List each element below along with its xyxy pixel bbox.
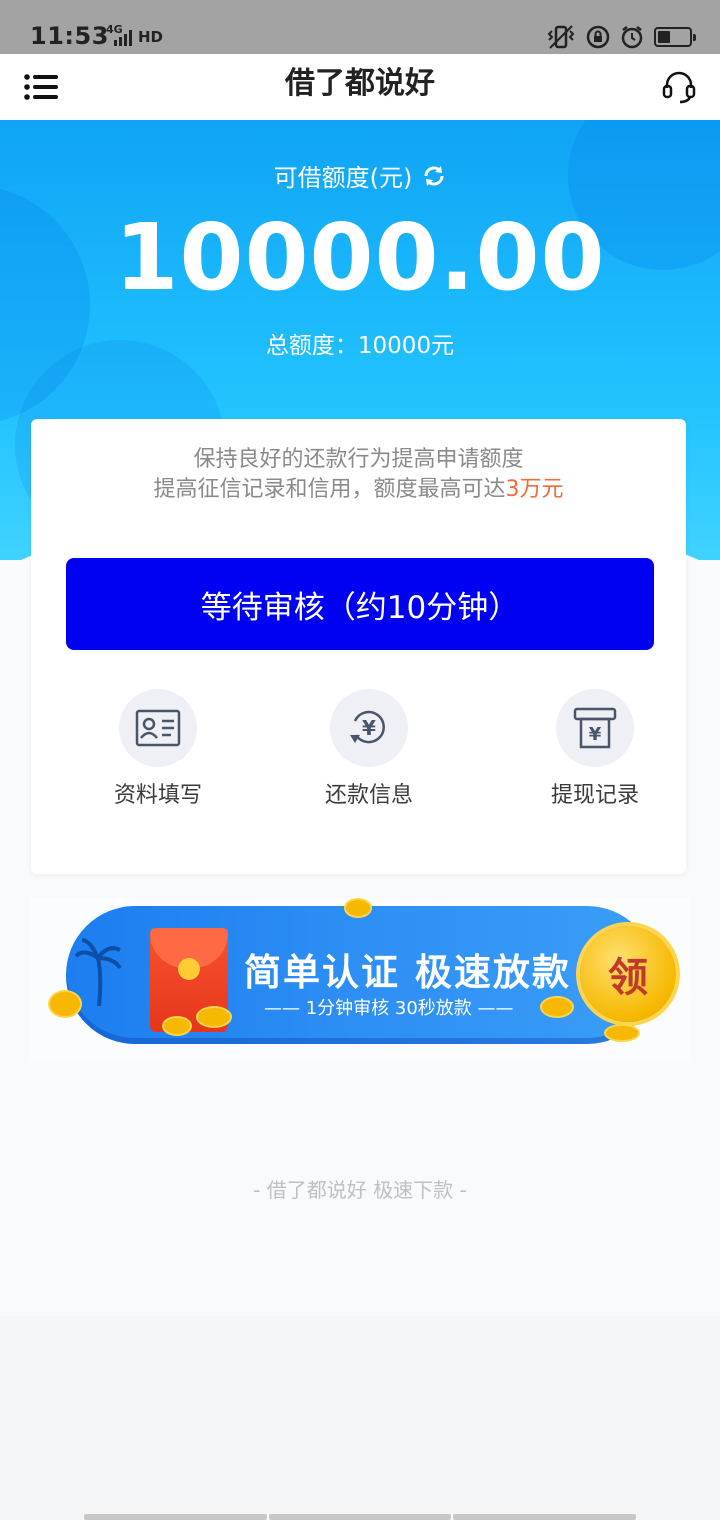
- claim-coin-icon: 领: [580, 926, 676, 1022]
- svg-text:¥: ¥: [362, 716, 376, 740]
- promo-banner-pill: 简单认证 极速放款 —— 1分钟审核 30秒放款 —— 领: [66, 906, 676, 1044]
- credit-tip-line2: 提高征信记录和信用，额度最高可达3万元: [31, 475, 686, 505]
- pending-review-button[interactable]: 等待审核（约10分钟）: [66, 558, 654, 650]
- hd-badge: HD: [138, 28, 164, 46]
- action-profile-info[interactable]: 资料填写: [83, 689, 233, 809]
- action-repayment-info-label: 还款信息: [324, 783, 413, 808]
- yuan-refresh-icon: ¥: [330, 689, 408, 767]
- available-amount: 10000.00: [114, 204, 606, 311]
- coin-icon: [542, 998, 572, 1016]
- vibrate-icon: [547, 25, 575, 49]
- promo-banner[interactable]: 简单认证 极速放款 —— 1分钟审核 30秒放款 —— 领: [30, 898, 690, 1060]
- atm-yuan-icon: ¥: [556, 689, 634, 767]
- footer-slogan: - 借了都说好 极速下款 -: [253, 1178, 467, 1202]
- gesture-segment: [453, 1514, 637, 1520]
- action-withdraw-records[interactable]: ¥ 提现记录: [520, 689, 670, 809]
- action-grid: 资料填写 ¥ 还款信息 ¥ 提现记录: [31, 689, 686, 809]
- action-profile-info-label: 资料填写: [113, 783, 202, 808]
- coin-icon: [50, 992, 80, 1016]
- top-navbar: 借了都说好: [0, 54, 720, 120]
- status-time: 11:53: [30, 22, 109, 50]
- svg-text:¥: ¥: [589, 724, 602, 745]
- coin-icon: [198, 1008, 230, 1026]
- gesture-segment: [268, 1514, 452, 1520]
- customer-service-icon[interactable]: [662, 70, 696, 104]
- refresh-icon[interactable]: [422, 164, 446, 188]
- loan-card: 保持良好的还款行为提高申请额度 提高征信记录和信用，额度最高可达3万元 等待审核…: [31, 419, 686, 874]
- gesture-segment: [84, 1514, 267, 1520]
- total-quota: 总额度：10000元: [265, 333, 455, 359]
- action-repayment-info[interactable]: ¥ 还款信息: [294, 689, 444, 809]
- gesture-bar[interactable]: [84, 1514, 637, 1520]
- available-quota-label: 可借额度(元): [0, 158, 720, 193]
- battery-level: [658, 31, 670, 43]
- id-card-icon: [119, 689, 197, 767]
- coin-icon: [606, 1026, 638, 1040]
- action-withdraw-records-label: 提现记录: [550, 783, 639, 808]
- page-title: 借了都说好: [285, 66, 435, 101]
- signal-icon: [114, 30, 132, 46]
- available-quota-text: 可借额度(元): [273, 164, 413, 192]
- credit-tip-line1: 保持良好的还款行为提高申请额度: [193, 447, 524, 472]
- lock-rotation-icon: [586, 25, 610, 49]
- promo-subtitle: —— 1分钟审核 30秒放款 ——: [264, 998, 514, 1019]
- coin-icon: [164, 1018, 190, 1034]
- coin-icon: [346, 900, 370, 916]
- palm-tree-icon: [74, 938, 122, 1006]
- status-bar: 11:53 4G HD: [0, 0, 720, 54]
- promo-title: 简单认证 极速放款: [244, 951, 571, 994]
- credit-tip-highlight: 3万元: [505, 477, 564, 502]
- battery-icon: [654, 27, 696, 47]
- credit-tip-line2-text: 提高征信记录和信用，额度最高可达: [153, 477, 506, 502]
- alarm-icon: [621, 26, 643, 49]
- credit-tip: 保持良好的还款行为提高申请额度 提高征信记录和信用，额度最高可达3万元: [31, 445, 686, 505]
